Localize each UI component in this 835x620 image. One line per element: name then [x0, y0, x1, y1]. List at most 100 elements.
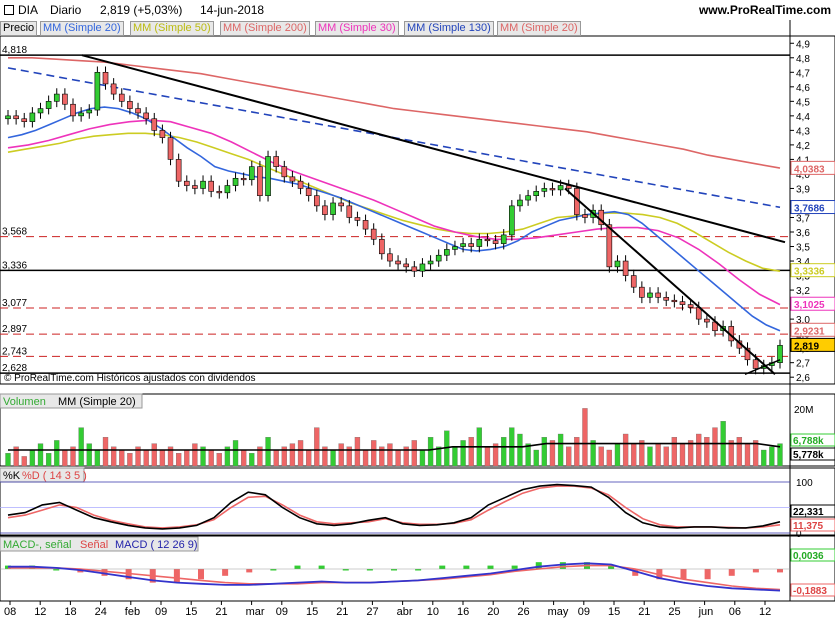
x-tick-label: 12	[34, 606, 46, 618]
candle-body	[444, 249, 450, 256]
value-tag-label: 11,375	[793, 521, 823, 532]
candle-body	[557, 185, 564, 191]
legend-ma30[interactable]: MM (Simple 30)	[315, 21, 399, 36]
volume-bar	[671, 437, 678, 467]
candle-body	[370, 228, 377, 240]
candle-body	[517, 199, 523, 207]
y-tick-label: 4,8	[796, 54, 810, 65]
legend-ma20[interactable]: MM (Simple 20)	[40, 21, 124, 36]
candle-body	[460, 243, 466, 247]
volume-bar	[598, 446, 604, 467]
candle-body	[21, 118, 28, 122]
volume-bar	[679, 443, 686, 467]
level-label: 3,077	[2, 298, 27, 309]
x-tick-label: feb	[125, 606, 140, 618]
volume-bar	[37, 443, 44, 467]
y-tick-label: 4,2	[796, 141, 810, 152]
candle-body	[127, 101, 133, 109]
x-tick-label: 21	[638, 606, 650, 618]
volume-bar	[127, 453, 133, 467]
stoch-tick-label: 100	[796, 478, 813, 489]
y-tick-label: 3,9	[796, 184, 810, 195]
candle-body	[655, 292, 661, 298]
candle-body	[630, 275, 637, 288]
volume-bar	[606, 449, 612, 467]
candle-body	[297, 180, 304, 189]
candle-body	[500, 234, 507, 244]
volume-bar	[362, 449, 369, 467]
candle-body	[362, 220, 369, 230]
volume-bar	[460, 440, 466, 467]
macd-hist-bar	[198, 569, 204, 580]
volume-bar	[744, 443, 751, 467]
value-tag-label: -0,1883	[793, 586, 827, 597]
volume-bar	[663, 446, 669, 467]
candle-body	[606, 224, 613, 268]
volume-bar	[452, 446, 458, 467]
legend-ma50[interactable]: MM (Simple 50)	[130, 21, 214, 36]
value-tag-label: 3,3336	[794, 267, 825, 278]
volume-bar	[330, 449, 336, 467]
x-tick-label: 26	[517, 606, 529, 618]
volume-bar	[566, 446, 572, 467]
candle-body	[322, 205, 328, 215]
candle-body	[379, 238, 385, 255]
stoch-k-label: %K	[3, 470, 21, 482]
volume-bar	[533, 449, 539, 467]
candle-body	[175, 159, 182, 182]
volume-bar	[557, 433, 564, 467]
volume-bar	[622, 433, 629, 467]
volume-bar	[21, 456, 27, 467]
symbol[interactable]: DIA	[18, 3, 38, 17]
volume-bar	[614, 443, 621, 467]
volume-bar	[306, 449, 312, 467]
value-tag-label: 5,778k	[793, 450, 824, 461]
volume-bar	[159, 449, 166, 467]
macd-hist-bar	[487, 565, 494, 569]
price-legend: Precio MM (Simple 20) MM (Simple 50) MM …	[0, 20, 835, 36]
candle-body	[94, 71, 101, 111]
y-tick-label: 4,4	[796, 112, 810, 123]
legend-ma130[interactable]: MM (Simple 130)	[404, 21, 494, 36]
macd-label: MACD ( 12 26 9)	[115, 539, 198, 551]
legend-ma20b[interactable]: MM (Simple 20)	[497, 21, 581, 36]
value-tag-label: 3,1025	[794, 300, 825, 311]
volume-bar	[289, 443, 296, 467]
candle-body	[151, 118, 158, 131]
level-label: 4,818	[2, 45, 27, 56]
volume-bar	[582, 408, 588, 467]
footer-note: © ProRealTime.com Históricos ajustados c…	[4, 373, 256, 384]
candle-body	[232, 177, 239, 186]
volume-tick-label: 20M	[794, 405, 813, 416]
candle-body	[240, 177, 247, 181]
stoch-d-label: %D ( 14 3 5 )	[22, 470, 87, 482]
period[interactable]: Diario	[50, 3, 81, 17]
ma50-line	[7, 132, 781, 272]
volume-bar	[647, 446, 653, 467]
candle-body	[62, 93, 68, 105]
candle-body	[525, 195, 531, 201]
candle-body	[167, 137, 174, 160]
macd-hist-bar	[680, 569, 687, 580]
volume-bar	[704, 437, 710, 467]
volume-bar	[769, 446, 775, 467]
stoch-d-line	[7, 485, 781, 529]
legend-ma200[interactable]: MM (Simple 200)	[220, 21, 310, 36]
ticker-square-icon	[4, 5, 14, 15]
candle-body	[704, 318, 710, 323]
value-tag-label: 0,0036	[793, 551, 824, 562]
macd-hist-bar	[246, 569, 253, 573]
y-tick-label: 4,3	[796, 126, 810, 137]
macd-hist-bar	[463, 565, 470, 569]
macd-hist-bar	[318, 565, 325, 569]
volume-bar	[338, 443, 344, 467]
candle-body	[289, 176, 296, 182]
site-url[interactable]: www.ProRealTime.com	[699, 3, 831, 17]
y-tick-label: 4,9	[796, 39, 810, 50]
legend-price[interactable]: Precio	[0, 21, 38, 36]
x-tick-label: 25	[668, 606, 680, 618]
x-tick-label: 12	[759, 606, 771, 618]
candle-body	[492, 240, 499, 244]
candle-body	[248, 166, 255, 181]
volume-bar	[151, 443, 157, 467]
